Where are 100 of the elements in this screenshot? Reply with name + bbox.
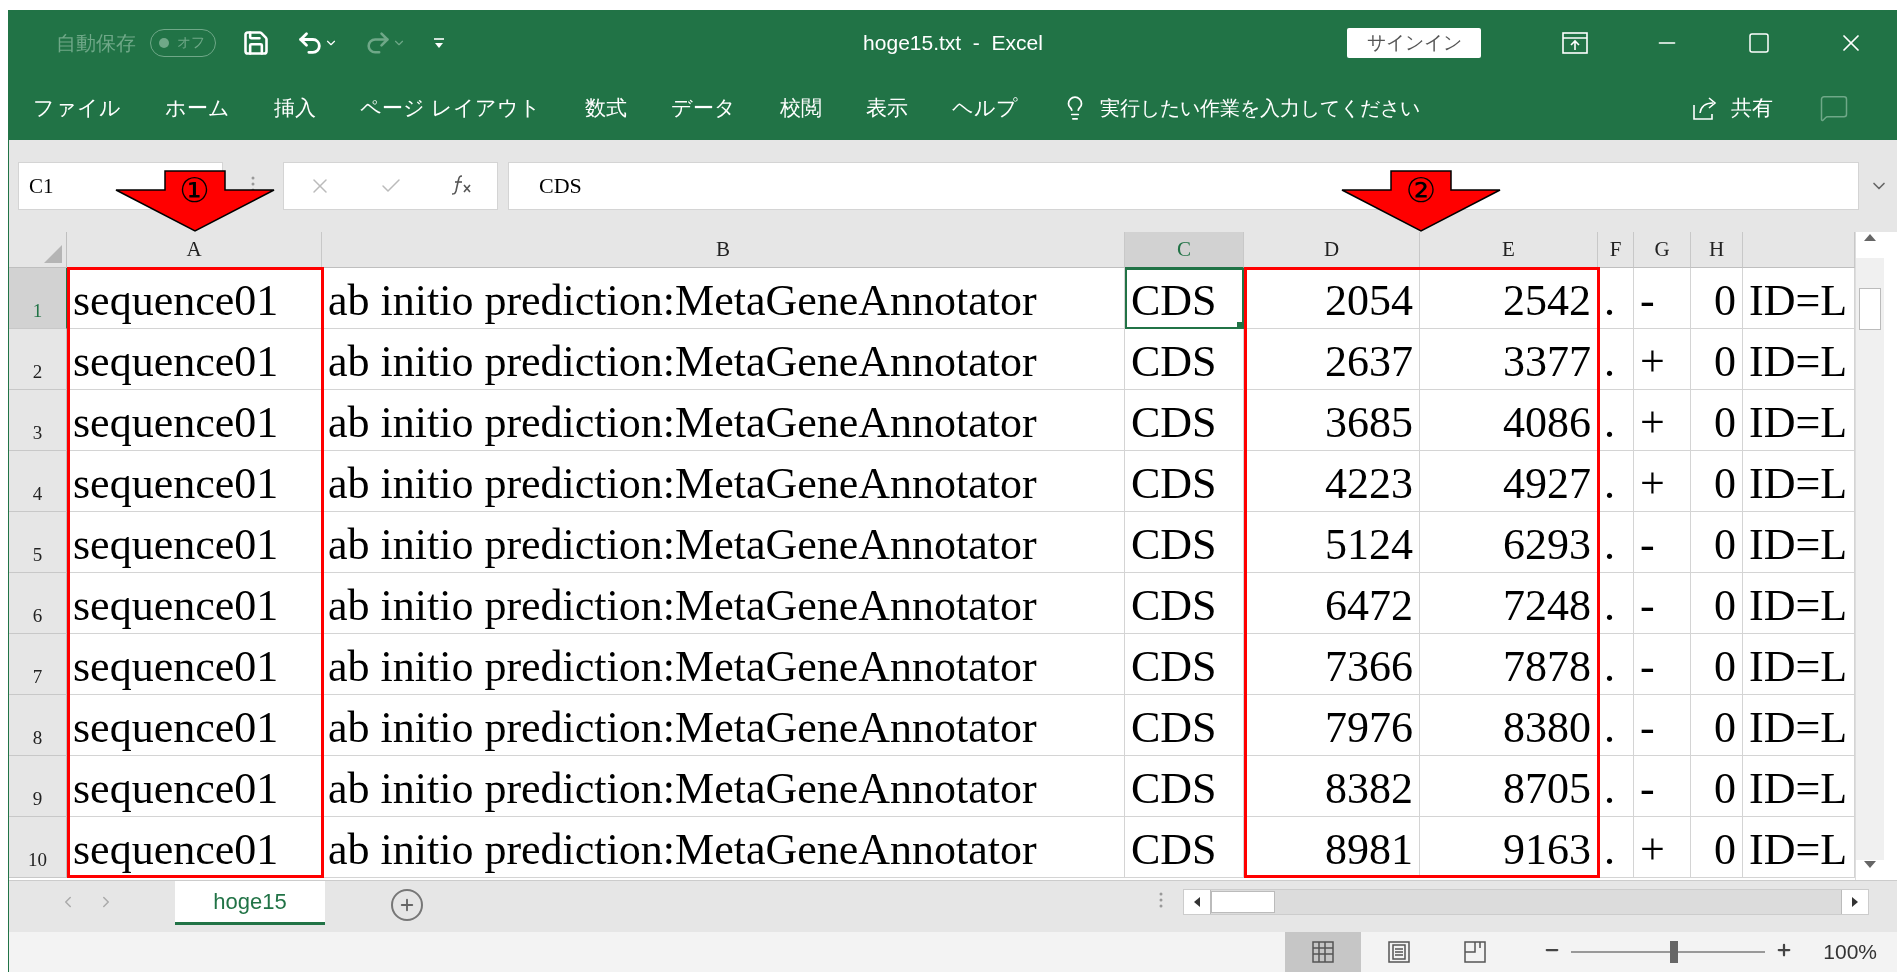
table-cell: CDS [1125, 512, 1244, 573]
scroll-up-icon[interactable] [1856, 232, 1884, 258]
callout-number: ② [1405, 170, 1437, 210]
share-label[interactable]: 共有 [1731, 94, 1773, 122]
table-cell: . [1598, 451, 1634, 512]
tell-me-field[interactable]: 実行したい作業を入力してください [1099, 94, 1420, 122]
sheet-tab[interactable]: hoge15 [175, 881, 325, 925]
column-header[interactable]: B [322, 232, 1125, 268]
row-header[interactable]: 2 [9, 329, 67, 390]
table-cell: 0 [1691, 695, 1743, 756]
share-icon[interactable] [1691, 95, 1719, 121]
table-cell: ab initio prediction:MetaGeneAnnotator [322, 329, 1125, 390]
column-header[interactable]: C [1125, 232, 1244, 268]
column-header[interactable]: G [1634, 232, 1691, 268]
ribbon-tab[interactable]: ページ レイアウト [360, 94, 541, 122]
table-cell: CDS [1125, 817, 1244, 878]
slider-thumb[interactable] [1670, 941, 1679, 963]
sign-in-button[interactable]: サインイン [1347, 28, 1481, 58]
table-cell: . [1598, 573, 1634, 634]
table-cell: . [1598, 634, 1634, 695]
row-header[interactable]: 6 [9, 573, 67, 634]
table-cell: CDS [1125, 329, 1244, 390]
table-cell: ab initio prediction:MetaGeneAnnotator [322, 695, 1125, 756]
table-cell: 3685 [1244, 390, 1420, 451]
zoom-level[interactable]: 100% [1823, 940, 1877, 964]
ribbon-tab[interactable]: 表示 [865, 94, 908, 122]
row-header[interactable]: 1 [9, 268, 67, 329]
table-cell: sequence01 [67, 512, 322, 573]
ribbon-tab[interactable]: 挿入 [274, 94, 316, 122]
table-cell: 8382 [1244, 756, 1420, 817]
table-cell: - [1634, 695, 1691, 756]
row-header[interactable]: 7 [9, 634, 67, 695]
table-cell: 4223 [1244, 451, 1420, 512]
table-cell: ab initio prediction:MetaGeneAnnotator [322, 756, 1125, 817]
row-header[interactable]: 3 [9, 390, 67, 451]
page-icon [1387, 940, 1412, 964]
table-cell: sequence01 [67, 573, 322, 634]
table-cell: sequence01 [67, 451, 322, 512]
table-cell: 2054 [1244, 268, 1420, 329]
scroll-down-icon[interactable] [1856, 860, 1884, 880]
table-cell: 4927 [1420, 451, 1598, 512]
table-cell: CDS [1125, 695, 1244, 756]
redo-icon[interactable] [364, 29, 406, 57]
table-cell: CDS [1125, 756, 1244, 817]
column-header[interactable]: H [1691, 232, 1743, 268]
page-break-icon [1463, 940, 1488, 964]
column-header[interactable]: E [1420, 232, 1598, 268]
row-header[interactable]: 8 [9, 695, 67, 756]
undo-icon[interactable] [296, 29, 338, 57]
row-header[interactable]: 10 [9, 817, 67, 878]
comment-icon[interactable] [1819, 93, 1849, 123]
table-cell: sequence01 [67, 390, 322, 451]
scroll-left-icon[interactable] [1184, 890, 1211, 914]
column-header[interactable]: F [1598, 232, 1634, 268]
table-cell: - [1634, 756, 1691, 817]
table-cell: ab initio prediction:MetaGeneAnnotator [322, 817, 1125, 878]
table-cell: - [1634, 268, 1691, 329]
table-cell: 6472 [1244, 573, 1420, 634]
ribbon-tab[interactable]: 校閲 [779, 94, 822, 122]
customize-icon[interactable] [432, 36, 446, 50]
table-cell: 0 [1691, 817, 1743, 878]
table-cell: 0 [1691, 451, 1743, 512]
ribbon-tab[interactable]: ヘルプ [951, 94, 1018, 122]
save-icon[interactable] [242, 29, 270, 57]
table-cell: 6293 [1420, 512, 1598, 573]
scroll-thumb[interactable] [1859, 288, 1881, 330]
table-cell: 0 [1691, 573, 1743, 634]
drag-handle-icon[interactable] [1159, 891, 1163, 909]
table-cell: 0 [1691, 329, 1743, 390]
grid-icon [1311, 940, 1336, 964]
row-header[interactable]: 9 [9, 756, 67, 817]
table-cell: sequence01 [67, 756, 322, 817]
table-cell: 0 [1691, 268, 1743, 329]
ribbon-tab[interactable]: ホーム [165, 94, 230, 122]
table-cell: ab initio prediction:MetaGeneAnnotator [322, 451, 1125, 512]
table-cell: ab initio prediction:MetaGeneAnnotator [322, 268, 1125, 329]
table-cell: - [1634, 634, 1691, 695]
column-header[interactable]: D [1244, 232, 1420, 268]
table-cell: 7976 [1244, 695, 1420, 756]
ribbon-tab[interactable]: データ [670, 94, 736, 122]
ribbon-tab[interactable]: ファイル [33, 94, 121, 122]
ribbon-tab[interactable]: 数式 [584, 94, 627, 122]
insert-function-icon[interactable] [451, 172, 474, 195]
view-button[interactable] [1285, 932, 1362, 972]
table-cell: + [1634, 329, 1691, 390]
table-cell: sequence01 [67, 329, 322, 390]
add-sheet-icon[interactable] [391, 889, 423, 921]
column-header[interactable]: A [67, 232, 322, 268]
table-cell: CDS [1125, 268, 1244, 329]
table-cell: 8705 [1420, 756, 1598, 817]
table-cell: . [1598, 756, 1634, 817]
row-header[interactable]: 4 [9, 451, 67, 512]
autosave-label: 自動保存 [56, 30, 136, 56]
row-header[interactable]: 5 [9, 512, 67, 573]
window-title: hoge15.txt - Excel [863, 31, 1043, 55]
scroll-thumb[interactable] [1211, 891, 1275, 913]
table-cell: CDS [1125, 451, 1244, 512]
scroll-right-icon[interactable] [1841, 890, 1868, 914]
table-cell: + [1634, 451, 1691, 512]
callout-number: ① [179, 170, 210, 210]
